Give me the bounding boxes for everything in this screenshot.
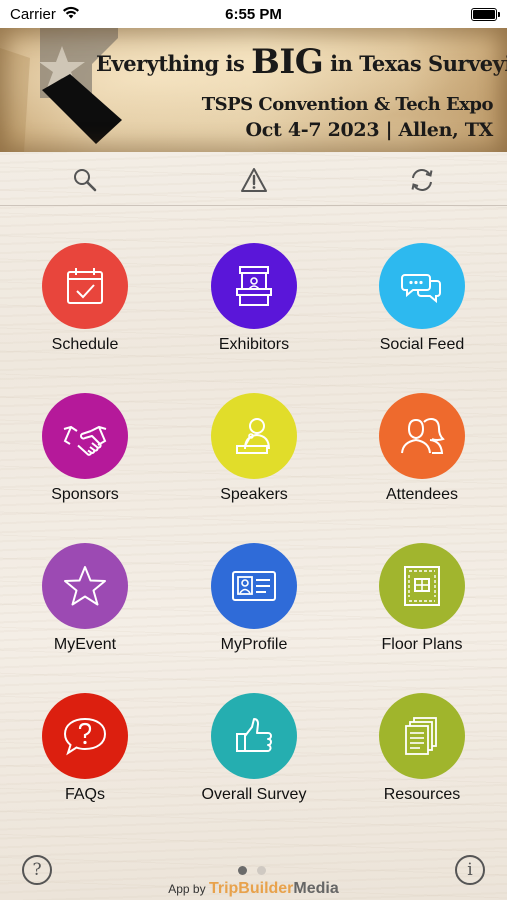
tile-myprofile[interactable]: MyProfile	[179, 543, 329, 663]
documents-icon	[405, 717, 437, 755]
thumbs-up-icon	[236, 718, 272, 752]
tile-social-feed-circle	[379, 243, 465, 329]
tile-resources[interactable]: Resources	[347, 693, 497, 813]
calendar-icon	[67, 268, 103, 304]
brand-tripbuilder: TripBuilder	[208, 880, 294, 897]
toolbar	[0, 152, 507, 206]
alerts-button[interactable]	[239, 165, 269, 195]
tile-social-feed[interactable]: Social Feed	[347, 243, 497, 363]
tile-faqs-label: FAQs	[64, 786, 105, 803]
powered-by: App by TripBuilderMedia	[168, 880, 339, 897]
page-indicator[interactable]	[238, 866, 266, 875]
tile-floor-plans[interactable]: Floor Plans	[347, 543, 497, 663]
tile-sponsors[interactable]: Sponsors	[10, 393, 160, 513]
tile-faqs-circle	[42, 693, 128, 779]
chat-bubbles-icon	[401, 274, 441, 304]
tile-resources-circle	[379, 693, 465, 779]
people-icon	[401, 417, 445, 454]
handshake-icon	[63, 425, 107, 456]
tile-speakers-circle	[211, 393, 297, 479]
booth-icon	[236, 266, 272, 306]
refresh-button[interactable]	[407, 165, 437, 195]
tile-myprofile-circle	[211, 543, 297, 629]
speaker-icon	[236, 418, 270, 454]
tile-social-feed-label: Social Feed	[379, 336, 465, 353]
banner-dates: Oct 4-7 2023 | Allen, TX	[245, 119, 494, 141]
page-dot-1[interactable]	[238, 866, 247, 875]
tile-speakers[interactable]: Speakers	[179, 393, 329, 513]
tile-myevent[interactable]: MyEvent	[10, 543, 160, 663]
search-button[interactable]	[70, 165, 100, 195]
tile-myevent-label: MyEvent	[53, 636, 117, 653]
tile-schedule-label: Schedule	[51, 336, 119, 353]
tile-floor-plans-circle	[379, 543, 465, 629]
tile-attendees-circle	[379, 393, 465, 479]
question-bubble-icon	[63, 717, 107, 756]
tile-myevent-circle	[42, 543, 128, 629]
tile-overall-survey[interactable]: Overall Survey	[179, 693, 329, 813]
banner-subtitle: TSPS Convention & Tech Expo	[201, 94, 494, 115]
tile-exhibitors[interactable]: Exhibitors	[179, 243, 329, 363]
tile-schedule-circle	[42, 243, 128, 329]
page-dot-2[interactable]	[257, 866, 266, 875]
floor-plan-icon	[404, 566, 440, 606]
search-icon	[74, 169, 97, 192]
tile-schedule[interactable]: Schedule	[10, 243, 160, 363]
tile-sponsors-label: Sponsors	[51, 486, 119, 503]
carrier-label: Carrier	[10, 5, 56, 23]
alert-icon	[241, 168, 267, 192]
star-icon	[64, 566, 106, 606]
tile-myprofile-label: MyProfile	[220, 636, 288, 653]
tile-attendees-label: Attendees	[385, 486, 459, 503]
event-banner: Everything is BIG in Texas Surveying! TS…	[0, 28, 507, 152]
tile-overall-survey-circle	[211, 693, 297, 779]
battery-icon	[471, 7, 500, 21]
tile-exhibitors-label: Exhibitors	[218, 336, 290, 353]
banner-title: Everything is BIG in Texas Surveying!	[96, 42, 507, 82]
info-icon: i	[467, 860, 473, 880]
id-card-icon	[232, 571, 276, 601]
tile-overall-survey-label: Overall Survey	[201, 786, 307, 803]
tile-faqs[interactable]: FAQs	[10, 693, 160, 813]
tile-sponsors-circle	[42, 393, 128, 479]
status-bar: Carrier 6:55 PM	[0, 0, 507, 28]
brand-media: Media	[293, 880, 339, 897]
help-icon: ?	[32, 860, 42, 880]
refresh-icon	[411, 169, 433, 191]
tile-resources-label: Resources	[383, 786, 461, 803]
tile-exhibitors-circle	[211, 243, 297, 329]
tile-floor-plans-label: Floor Plans	[381, 636, 463, 653]
tile-speakers-label: Speakers	[220, 486, 288, 503]
tile-attendees[interactable]: Attendees	[347, 393, 497, 513]
wifi-icon	[62, 6, 80, 23]
